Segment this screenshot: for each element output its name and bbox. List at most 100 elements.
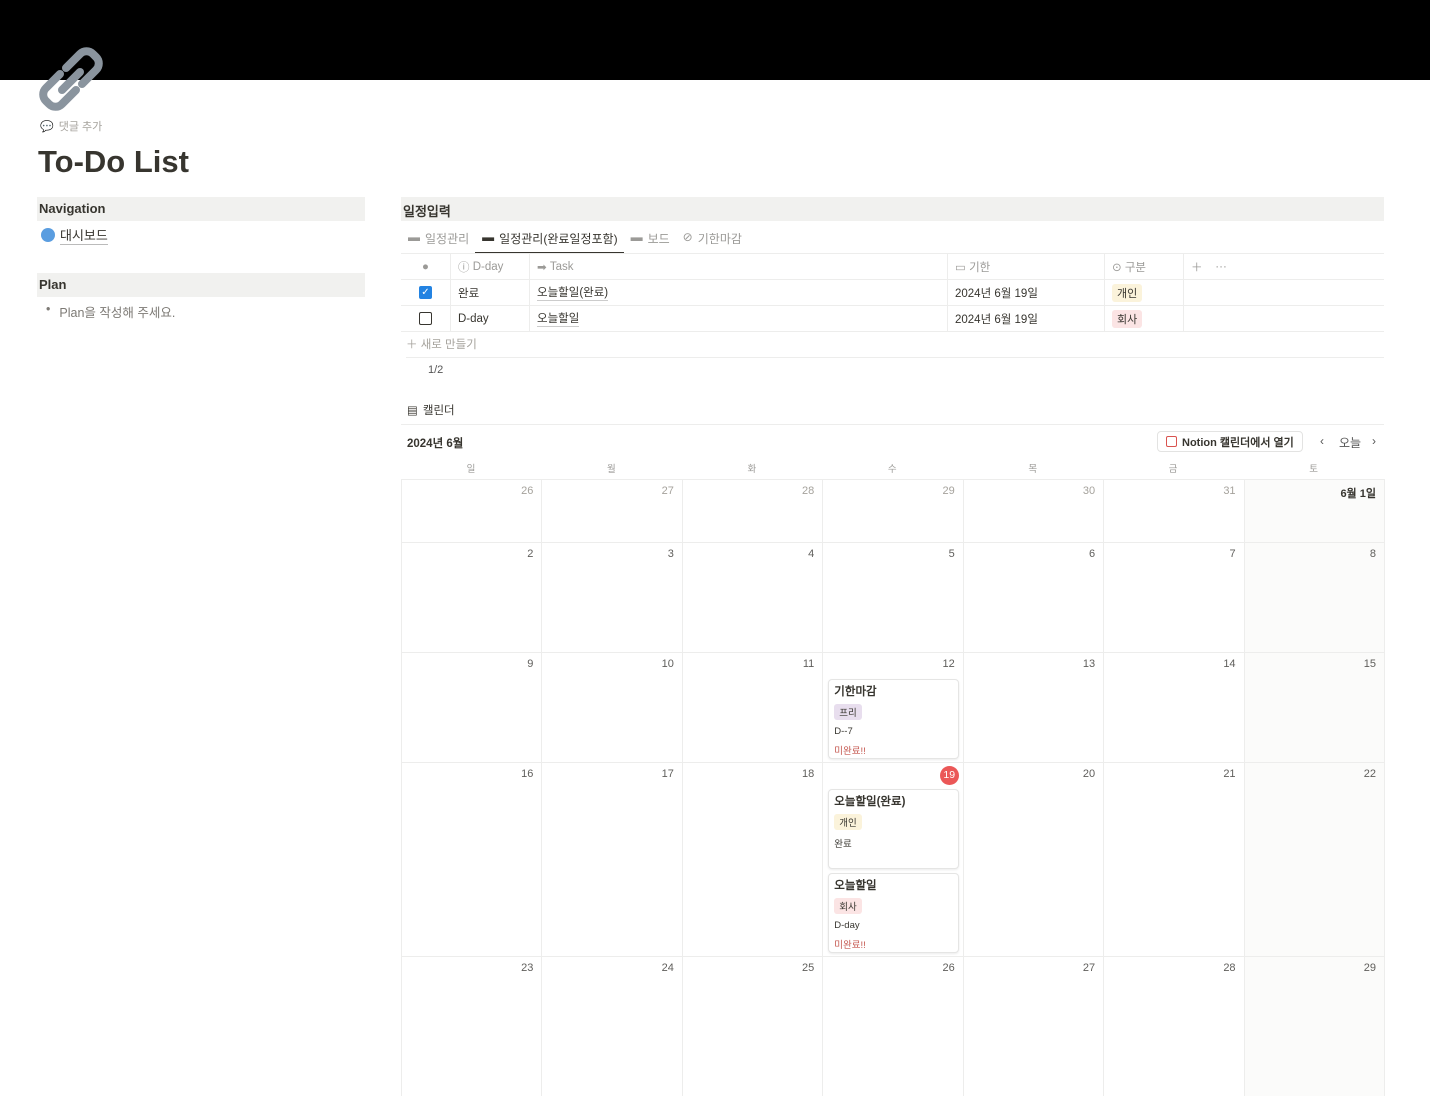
event-title: 기한마감: [834, 686, 877, 698]
calendar-day[interactable]: 31: [1103, 479, 1244, 542]
calendar-day[interactable]: 26: [401, 479, 542, 542]
calendar-day[interactable]: 23: [401, 956, 542, 1096]
calendar-day[interactable]: 18: [681, 762, 823, 956]
event-card[interactable]: 오늘할일 회사 D-day 미완료!!: [828, 873, 959, 953]
weekday-label: 화: [747, 464, 757, 475]
calendar-day[interactable]: 10: [541, 652, 682, 762]
day-number: 8: [1369, 548, 1376, 560]
day-number: 26: [521, 485, 534, 497]
calendar-day[interactable]: 4: [681, 542, 823, 652]
calendar-day[interactable]: 20: [962, 762, 1104, 956]
calendar-day[interactable]: 25: [681, 956, 823, 1096]
calendar-day[interactable]: 27: [541, 479, 682, 542]
task-link[interactable]: 오늘할일(완료): [537, 284, 609, 301]
column-task[interactable]: ➡ Task: [530, 254, 948, 279]
event-tag: 개인: [834, 814, 862, 830]
day-number: 26: [942, 962, 955, 974]
done-checkbox[interactable]: [419, 312, 432, 325]
due-value: 2024년 6월 19일: [955, 313, 1038, 326]
calendar-day[interactable]: 15: [1243, 652, 1385, 762]
today-button[interactable]: 오늘: [1339, 434, 1361, 451]
tab-2[interactable]: ▬ 보드: [624, 226, 676, 254]
calendar-day[interactable]: 11: [681, 652, 823, 762]
calendar-day[interactable]: 16: [401, 762, 542, 956]
dashboard-link[interactable]: 대시보드: [41, 225, 108, 245]
dday-cell[interactable]: D-day: [451, 306, 530, 331]
tab-0[interactable]: ▬ 일정관리: [401, 226, 475, 254]
day-number: 29: [1363, 962, 1376, 974]
day-number: 28: [1223, 962, 1236, 974]
calendar-view-tab[interactable]: ▤ 캘린더: [407, 402, 455, 418]
link-icon[interactable]: [36, 46, 106, 112]
calendar-day[interactable]: 26: [822, 956, 963, 1096]
due-cell[interactable]: 2024년 6월 19일: [948, 280, 1105, 305]
weekday-label: 목: [1028, 464, 1038, 475]
calendar-day[interactable]: 19 오늘할일(완료) 개인 완료 오늘할일 회사 D-day 미완료!!: [822, 762, 963, 956]
empty-cell: [1184, 306, 1384, 331]
done-checkbox[interactable]: ✓: [419, 286, 432, 299]
calendar-day[interactable]: 6: [962, 542, 1104, 652]
calendar-day[interactable]: 5: [822, 542, 963, 652]
event-dday: D-day: [834, 920, 860, 931]
calendar-day[interactable]: 13: [962, 652, 1104, 762]
calendar-day[interactable]: 30: [962, 479, 1104, 542]
day-number: 30: [1082, 485, 1096, 497]
dday-cell[interactable]: 완료: [451, 280, 530, 305]
calendar-day[interactable]: 12 기한마감 프리 D--7 미완료!!: [822, 652, 963, 762]
day-number: 15: [1363, 658, 1376, 670]
day-number: 4: [808, 548, 815, 560]
task-cell[interactable]: 오늘할일(완료): [530, 280, 948, 305]
calendar-day[interactable]: 8: [1243, 542, 1385, 652]
tab-label: 일정관리: [425, 232, 470, 246]
event-card[interactable]: 오늘할일(완료) 개인 완료: [828, 789, 959, 869]
add-column-button[interactable]: ＋: [1191, 259, 1203, 275]
calendar-day[interactable]: 22: [1243, 762, 1385, 956]
category-cell[interactable]: 개인: [1105, 280, 1184, 305]
plan-heading: Plan: [37, 273, 365, 297]
weekday-label: 수: [887, 464, 897, 475]
calendar-day[interactable]: 28: [681, 479, 823, 542]
day-number: 27: [1082, 962, 1096, 974]
task-cell[interactable]: 오늘할일: [530, 306, 948, 331]
day-number: 7: [1229, 548, 1236, 560]
event-card[interactable]: 기한마감 프리 D--7 미완료!!: [828, 679, 959, 759]
new-row-button[interactable]: ＋ 새로 만들기: [406, 336, 1384, 358]
calendar-day[interactable]: 17: [541, 762, 682, 956]
calendar-day[interactable]: 9: [401, 652, 542, 762]
day-number: 5: [948, 548, 955, 560]
calendar-day[interactable]: 2: [401, 542, 542, 652]
plan-bullet[interactable]: • Plan을 작성해 주세요.: [46, 302, 175, 321]
day-number: 21: [1223, 768, 1236, 780]
calendar-day[interactable]: 28: [1103, 956, 1244, 1096]
next-month-button[interactable]: ›: [1372, 434, 1376, 448]
tab-1[interactable]: ▬ 일정관리(완료일정포함): [475, 226, 624, 254]
dday-value: D-day: [458, 312, 489, 325]
calendar-icon: ▬: [408, 230, 420, 244]
column-due[interactable]: ▭ 기한: [948, 254, 1105, 279]
check-column-icon[interactable]: ●: [401, 254, 451, 279]
column-dday[interactable]: ⓘ D-day: [451, 254, 530, 279]
more-options-icon[interactable]: ···: [1215, 261, 1227, 273]
column-category[interactable]: ⊙ 구분: [1105, 254, 1184, 279]
calendar-day[interactable]: 6월 1일: [1243, 479, 1385, 542]
calendar-day[interactable]: 3: [541, 542, 682, 652]
category-cell[interactable]: 회사: [1105, 306, 1184, 331]
open-notion-calendar-button[interactable]: Notion 캘린더에서 열기: [1157, 431, 1303, 452]
add-comment-button[interactable]: 💬 댓글 추가: [40, 118, 102, 134]
day-number: 22: [1363, 768, 1376, 780]
calendar-day[interactable]: 14: [1103, 652, 1244, 762]
calendar-day[interactable]: 21: [1103, 762, 1244, 956]
calendar-day[interactable]: 29: [1243, 956, 1385, 1096]
calendar-day[interactable]: 29: [822, 479, 963, 542]
task-link[interactable]: 오늘할일: [537, 310, 580, 327]
tab-label: 보드: [647, 232, 670, 246]
prev-month-button[interactable]: ‹: [1320, 434, 1324, 448]
calendar-day[interactable]: 27: [962, 956, 1104, 1096]
calendar-icon: ▬: [482, 230, 495, 244]
calendar-day[interactable]: 24: [541, 956, 682, 1096]
category-tag: 개인: [1112, 283, 1143, 302]
tab-3[interactable]: ⊘ 기한마감: [676, 226, 748, 254]
calendar-day[interactable]: 7: [1103, 542, 1244, 652]
due-cell[interactable]: 2024년 6월 19일: [948, 306, 1105, 331]
view-tabs: ▬ 일정관리 ▬ 일정관리(완료일정포함) ▬ 보드 ⊘ 기한마감: [401, 226, 748, 254]
